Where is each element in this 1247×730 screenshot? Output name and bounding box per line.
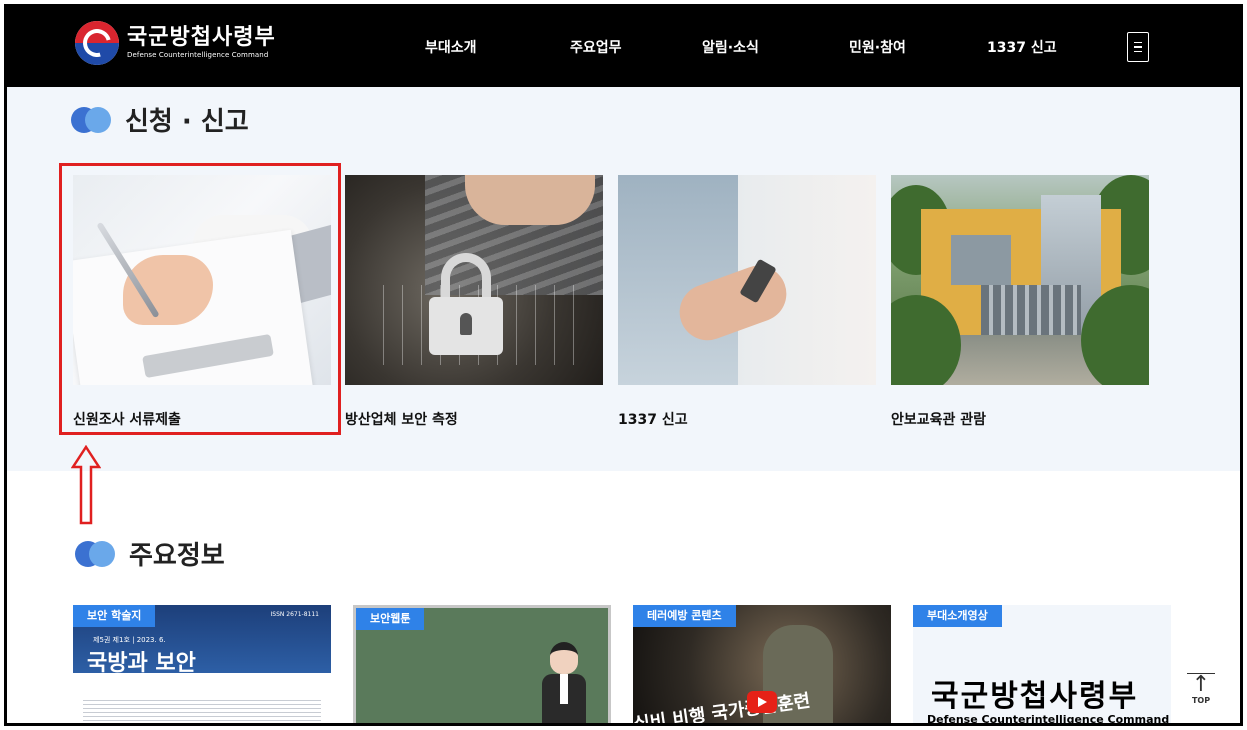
- nav-main-tasks[interactable]: 주요업무: [570, 37, 622, 57]
- nav-1337-report[interactable]: 1337 신고: [987, 37, 1057, 57]
- scroll-top-button[interactable]: ↑ TOP: [1187, 673, 1215, 705]
- site-header: 국군방첩사령부 Defense Counterintelligence Comm…: [7, 7, 1240, 87]
- info-tag: 테러예방 콘텐츠: [633, 605, 736, 627]
- top-label: TOP: [1191, 696, 1211, 705]
- emblem-icon: [75, 21, 119, 65]
- info-section-title: 주요정보: [75, 535, 225, 572]
- site-logo[interactable]: 국군방첩사령부 Defense Counterintelligence Comm…: [75, 21, 276, 65]
- info-card-webtoon[interactable]: 보안웹툰: [353, 605, 611, 723]
- info-title-text: 주요정보: [129, 541, 225, 571]
- apply-section-title: 신청 · 신고: [71, 101, 249, 138]
- journal-title: 국방과 보안: [87, 651, 196, 676]
- page-frame: 국군방첩사령부 Defense Counterintelligence Comm…: [4, 4, 1243, 726]
- info-tag: 보안 학술지: [73, 605, 156, 627]
- hamburger-icon[interactable]: [1127, 32, 1149, 62]
- card-label: 방산업체 보안 측정: [345, 412, 458, 428]
- info-tag: 부대소개영상: [913, 605, 1002, 627]
- nav-news[interactable]: 알림·소식: [702, 37, 759, 57]
- info-card-terror[interactable]: 실비 비행 국가중합훈련 테러예방 콘텐츠: [633, 605, 891, 723]
- highlight-box: [59, 163, 341, 435]
- card-security-hall[interactable]: 안보교육관 관람: [891, 175, 1149, 429]
- info-card-journal[interactable]: ISSN 2671-8111 제5권 제1호 | 2023. 6. 국방과 보안…: [73, 605, 331, 723]
- section-dots-icon: [71, 106, 111, 133]
- apply-title-text: 신청 · 신고: [125, 107, 249, 137]
- section-dots-icon: [75, 540, 115, 567]
- info-card-video[interactable]: 국군방첩사령부 Defense Counterintelligence Comm…: [913, 605, 1171, 726]
- journal-issue: 제5권 제1호 | 2023. 6.: [93, 636, 166, 644]
- building-image: [891, 175, 1149, 385]
- card-defense-security[interactable]: 방산업체 보안 측정: [345, 175, 603, 429]
- journal-text-lines: [83, 697, 321, 723]
- journal-issn: ISSN 2671-8111: [270, 611, 320, 618]
- smartphone-image: [618, 175, 876, 385]
- padlock-image: [345, 175, 603, 385]
- video-title-korean: 국군방첩사령부: [931, 679, 1139, 714]
- nav-civil-petition[interactable]: 민원·참여: [849, 37, 906, 57]
- video-title-english: Defense Counterintelligence Command: [927, 713, 1170, 726]
- card-label: 안보교육관 관람: [891, 412, 987, 428]
- webtoon-character-image: [542, 642, 586, 723]
- card-label: 1337 신고: [618, 412, 688, 428]
- card-1337-report[interactable]: 1337 신고: [618, 175, 876, 429]
- info-tag: 보안웹툰: [356, 608, 425, 630]
- nav-unit-intro[interactable]: 부대소개: [425, 37, 477, 57]
- logo-english: Defense Counterintelligence Command: [127, 51, 269, 59]
- logo-korean: 국군방첩사령부: [127, 25, 276, 50]
- arrow-up-icon: ↑: [1187, 673, 1215, 696]
- play-icon[interactable]: [747, 691, 777, 713]
- apply-section: 신청 · 신고 신원조사 서류제출 방산업체 보안 측정 1337 신고 안보교…: [7, 87, 1240, 525]
- arrow-up-icon: [71, 445, 101, 525]
